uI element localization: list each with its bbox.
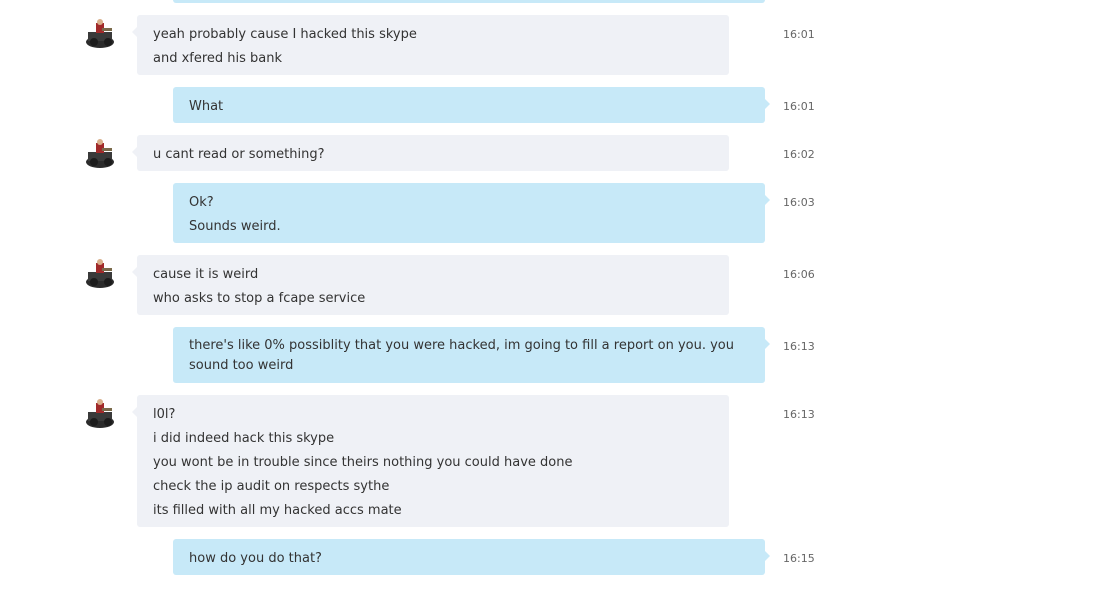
outgoing-message-bubble[interactable]: What xyxy=(173,87,770,123)
message-text: l0l? xyxy=(153,407,176,422)
message-text: Sounds weird. xyxy=(189,219,281,234)
message-text: i did indeed hack this skype xyxy=(153,431,335,446)
message-text: there's like 0% possiblity that you were… xyxy=(189,338,734,373)
contact-avatar-icon[interactable] xyxy=(82,256,119,293)
contact-avatar-icon[interactable] xyxy=(82,136,119,173)
previous-message-bubble-edge xyxy=(173,0,765,3)
message-text: check the ip audit on respects sythe xyxy=(153,479,390,494)
message-text: its filled with all my hacked accs mate xyxy=(153,503,402,518)
message-timestamp: 16:13 xyxy=(783,408,815,421)
message-text: and xfered his bank xyxy=(153,51,283,66)
message-timestamp: 16:15 xyxy=(783,552,815,565)
message-text: What xyxy=(189,99,224,114)
message-text: u cant read or something? xyxy=(153,147,325,162)
message-timestamp: 16:01 xyxy=(783,28,815,41)
message-timestamp: 16:01 xyxy=(783,100,815,113)
incoming-message-bubble[interactable]: u cant read or something? xyxy=(132,135,729,171)
incoming-message-bubble[interactable]: cause it is weird who asks to stop a fca… xyxy=(132,255,729,315)
contact-avatar-icon[interactable] xyxy=(82,396,119,433)
message-text: how do you do that? xyxy=(189,551,322,566)
contact-avatar-icon[interactable] xyxy=(82,16,119,53)
message-text: cause it is weird xyxy=(153,267,259,282)
outgoing-message-bubble[interactable]: there's like 0% possiblity that you were… xyxy=(173,327,770,383)
outgoing-message-bubble[interactable]: Ok? Sounds weird. xyxy=(173,183,770,243)
message-text: who asks to stop a fcape service xyxy=(153,291,366,306)
message-timestamp: 16:06 xyxy=(783,268,815,281)
message-timestamp: 16:13 xyxy=(783,340,815,353)
message-timestamp: 16:02 xyxy=(783,148,815,161)
message-text: yeah probably cause I hacked this skype xyxy=(153,27,417,42)
incoming-message-bubble[interactable]: l0l? i did indeed hack this skype you wo… xyxy=(132,395,729,527)
message-timestamp: 16:03 xyxy=(783,196,815,209)
outgoing-message-bubble[interactable]: how do you do that? xyxy=(173,539,770,575)
message-text: Ok? xyxy=(189,195,214,210)
message-text: you wont be in trouble since theirs noth… xyxy=(153,455,573,470)
incoming-message-bubble[interactable]: yeah probably cause I hacked this skype … xyxy=(132,15,729,75)
